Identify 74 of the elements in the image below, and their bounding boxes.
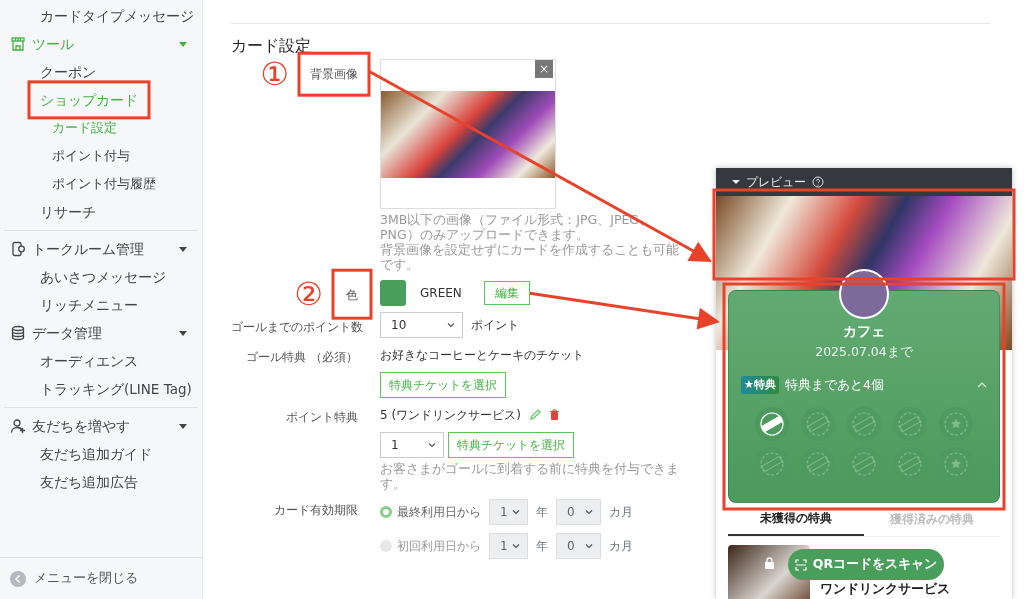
device-icon [10,241,26,257]
chevron-up-icon[interactable] [977,382,987,389]
field-label: カード有効期限 [274,502,358,520]
chevron-icon [585,509,593,516]
field-label: ゴール特典 （必須） [246,349,358,367]
option-label: 初回利用日から [397,538,481,556]
color-swatch[interactable] [380,280,406,307]
sidebar-item[interactable]: 友だち追加ガイド [0,440,202,468]
chevron-icon [585,543,593,550]
unit-label: 年 [536,538,548,556]
preview-title: プレビュー [746,174,806,191]
chevron-icon [512,543,520,550]
close-button[interactable]: × [535,60,553,79]
collapse-icon[interactable] [10,570,26,587]
sidebar-section[interactable]: トークルーム管理 [32,238,172,260]
caret-icon[interactable] [178,421,188,431]
expiry-date: 2025.07.04まで [814,343,914,361]
unit-label: 年 [536,504,548,522]
field-label: ポイント特典 [286,409,358,427]
radio-button[interactable] [380,506,392,519]
close-menu-link[interactable]: メニューを閉じる [34,569,138,588]
sidebar-item[interactable]: ポイント付与 [0,142,202,170]
reward-text: 5 (ワンドリンクサービス) [380,407,521,425]
dropdown[interactable]: 0 [556,533,601,560]
reward-badge: ★特典 [741,375,779,395]
scan-icon [794,558,807,571]
chevron-icon [428,442,436,449]
sidebar-item[interactable]: リッチメニュー [0,291,202,319]
caret-icon[interactable] [732,179,740,185]
field-label: 背景画像 [310,66,358,84]
add-person-icon [10,418,26,434]
dropdown[interactable]: 10 [380,312,463,339]
tab[interactable]: 未獲得の特典 [728,503,864,536]
reward-title: ワンドリンクサービス [820,582,950,595]
help-icon[interactable] [812,176,824,188]
step-marker: ② [294,278,323,311]
sidebar-item[interactable]: ポイント付与履歴 [0,170,202,198]
unit-label: カ月 [609,504,633,522]
trash-icon[interactable] [548,409,560,422]
chevron-icon [447,322,455,329]
image-upload-box[interactable]: × [380,59,556,210]
dropdown[interactable]: 1 [489,533,528,560]
sidebar-item[interactable]: リサーチ [0,198,202,226]
shop-icon [10,36,26,52]
remaining-text: 特典まであと4個 [784,375,885,394]
sidebar-item[interactable]: トラッキング(LINE Tag) [0,375,202,403]
field-label: 色 [346,287,358,305]
sidebar-section[interactable]: データ管理 [32,322,172,344]
help-text: お客さまがゴールに到着する前に特典を付与できます。 [380,461,680,492]
caret-icon[interactable] [178,328,188,338]
sidebar-item[interactable]: カードタイプメッセージ [0,2,202,30]
field-label: ゴールまでのポイント数 [231,319,363,337]
reward-text: お好きなコーヒーとケーキのチケット [380,347,584,365]
dropdown[interactable]: 0 [556,499,601,526]
help-text: 背景画像を設定せずにカードを作成することも可能です。 [380,242,680,273]
sidebar-item[interactable]: オーディエンス [0,347,202,375]
sidebar-item[interactable]: あいさつメッセージ [0,263,202,291]
shop-name: カフェ [842,322,886,341]
caret-icon[interactable] [178,244,188,254]
unit-label: ポイント [471,317,519,335]
sidebar-section[interactable]: 友だちを増やす [32,415,172,437]
color-name: GREEN [420,285,462,303]
database-icon [10,325,26,341]
sidebar-item[interactable]: 友だち追加広告 [0,468,202,496]
chevron-icon [512,509,520,516]
highlight-frame [331,268,373,320]
unit-label: カ月 [609,538,633,556]
step-marker: ① [260,58,289,91]
lock-icon [764,557,775,569]
option-label: 最終利用日から [397,504,481,522]
dropdown[interactable]: 1 [380,432,444,459]
pencil-icon[interactable] [528,409,541,422]
dropdown[interactable]: 1 [489,499,528,526]
sidebar-item[interactable]: クーポン [0,58,202,86]
